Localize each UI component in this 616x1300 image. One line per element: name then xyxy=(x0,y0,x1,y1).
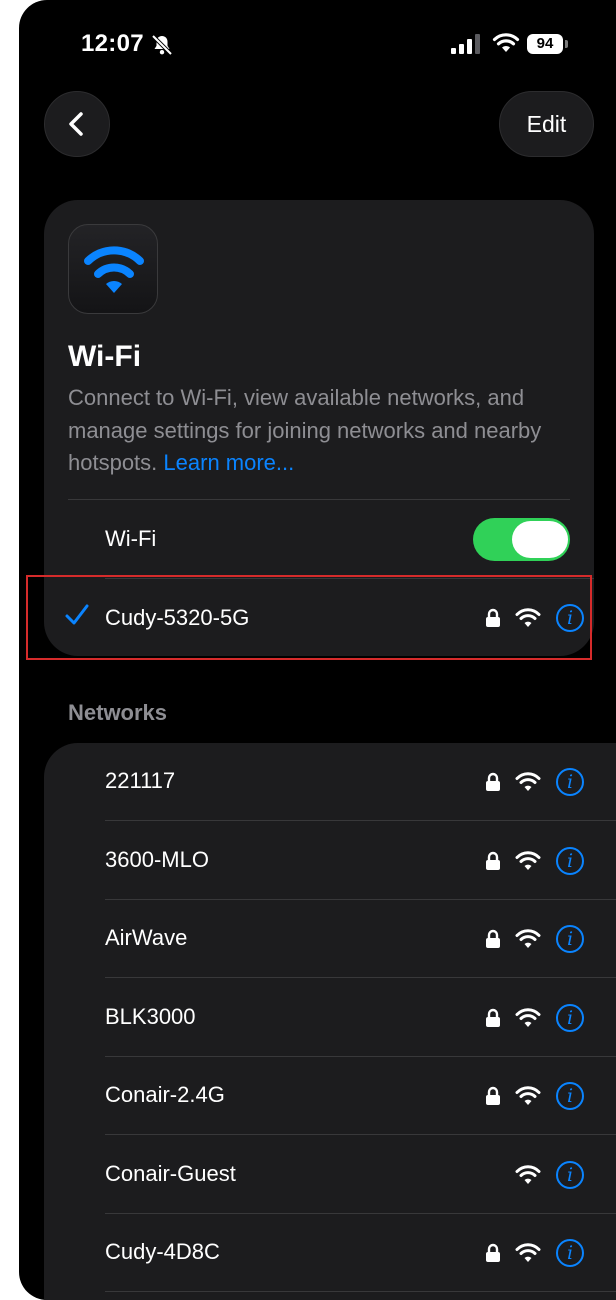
wifi-signal-icon xyxy=(515,929,541,954)
network-name: BLK3000 xyxy=(105,1003,196,1029)
page-title: Wi-Fi xyxy=(68,340,142,373)
network-name: 3600-MLO xyxy=(105,846,209,872)
learn-more-link[interactable]: Learn more... xyxy=(163,450,294,475)
network-row[interactable]: 3600-MLO i xyxy=(44,822,616,900)
checkmark-icon xyxy=(65,604,89,625)
chevron-left-icon xyxy=(69,112,83,136)
bell-slash-icon xyxy=(151,34,173,56)
status-time: 12:07 xyxy=(81,30,144,57)
network-info-button[interactable]: i xyxy=(556,1003,584,1032)
divider xyxy=(68,499,570,500)
network-info-button[interactable]: i xyxy=(556,1239,584,1267)
network-row[interactable]: AirWave i xyxy=(44,900,616,978)
wifi-signal-icon xyxy=(515,608,541,627)
wifi-signal-icon xyxy=(515,1086,541,1111)
wifi-header-card: Wi-Fi Connect to Wi-Fi, view available n… xyxy=(44,200,594,656)
network-row[interactable]: Conair-Guest i xyxy=(44,1136,616,1214)
network-info-button[interactable]: i xyxy=(556,1082,584,1110)
battery-indicator: 94 xyxy=(527,34,563,54)
row-separator xyxy=(105,1291,616,1292)
network-info-button[interactable]: i xyxy=(556,1160,584,1189)
network-row[interactable]: BLK3000 i xyxy=(44,979,616,1057)
toggle-knob xyxy=(512,521,568,558)
edit-button[interactable]: Edit xyxy=(499,91,594,157)
wifi-toggle[interactable] xyxy=(473,518,570,561)
network-info-button[interactable]: i xyxy=(556,768,584,796)
wifi-signal-icon xyxy=(515,772,541,797)
network-name: Conair-Guest xyxy=(105,1160,236,1186)
description-text: Connect to Wi-Fi, view available network… xyxy=(68,385,542,475)
phone-screen: 12:07 94 Edit Wi-Fi Connect to Wi-Fi, vi… xyxy=(19,0,616,1300)
lock-icon xyxy=(485,1243,501,1268)
network-name: Conair-2.4G xyxy=(105,1082,225,1107)
wifi-signal-icon xyxy=(515,1243,541,1268)
lock-icon xyxy=(485,929,501,954)
wifi-signal-icon xyxy=(515,850,541,876)
cellular-signal-icon xyxy=(451,34,480,54)
networks-section-header: Networks xyxy=(68,700,168,725)
battery-tip xyxy=(565,40,568,48)
network-row[interactable]: 221117 i xyxy=(44,743,616,821)
network-name: 221117 xyxy=(105,768,176,793)
network-info-button[interactable]: i xyxy=(556,925,584,953)
connected-network-name[interactable]: Cudy-5320-5G xyxy=(105,605,249,631)
lock-icon xyxy=(486,608,500,627)
networks-list: 221117 i 3600-MLO i AirWave i BLK3000 i Conair-2… xyxy=(44,743,616,1300)
lock-icon xyxy=(485,851,501,876)
network-row[interactable]: Cudy-4D8C i xyxy=(44,1214,616,1292)
wifi-signal-icon xyxy=(515,1007,541,1033)
network-name: AirWave xyxy=(105,925,188,950)
status-bar: 12:07 94 xyxy=(19,0,616,90)
wifi-toggle-label: Wi-Fi xyxy=(105,526,157,551)
wifi-status-icon xyxy=(492,33,520,52)
network-info-button[interactable]: i xyxy=(556,846,584,875)
wifi-icon xyxy=(84,246,144,293)
network-info-button[interactable]: i xyxy=(556,604,584,632)
divider xyxy=(105,578,594,579)
lock-icon xyxy=(485,1086,501,1111)
back-button[interactable] xyxy=(44,91,110,157)
page-description: Connect to Wi-Fi, view available network… xyxy=(68,382,578,480)
wifi-signal-icon xyxy=(515,1164,541,1190)
network-row[interactable]: Conair-2.4G i xyxy=(44,1057,616,1135)
lock-icon xyxy=(485,772,501,797)
network-name: Cudy-4D8C xyxy=(105,1239,220,1264)
lock-icon xyxy=(485,1008,501,1033)
wifi-app-icon xyxy=(68,224,158,314)
